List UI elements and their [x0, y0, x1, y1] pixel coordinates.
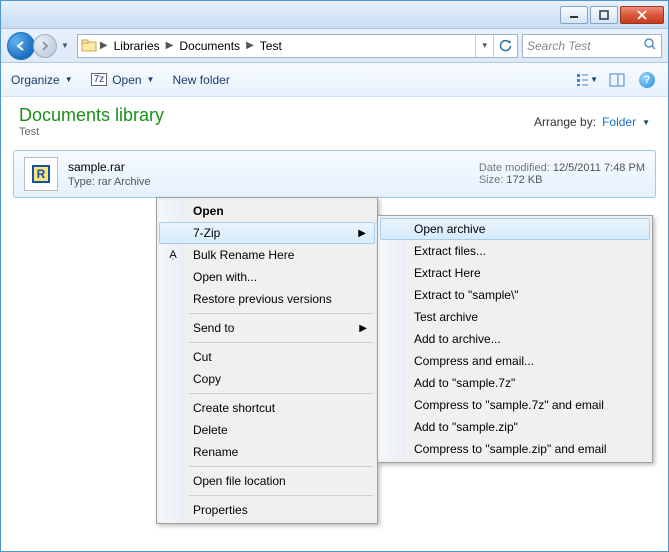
context-submenu-7zip: Open archive Extract files... Extract He… [377, 215, 653, 463]
command-bar: Organize▼ 7z Open▼ New folder ▼ ? [1, 63, 668, 97]
breadcrumb-documents[interactable]: Documents [175, 39, 244, 53]
submenu-compress-zip-email[interactable]: Compress to "sample.zip" and email [380, 438, 650, 460]
menu-restore-versions[interactable]: Restore previous versions [159, 288, 375, 310]
view-options-button[interactable]: ▼ [576, 70, 598, 90]
chevron-down-icon: ▼ [642, 118, 650, 127]
help-button[interactable]: ? [636, 70, 658, 90]
open-button[interactable]: 7z Open▼ [91, 73, 155, 87]
address-bar[interactable]: ▶ Libraries ▶ Documents ▶ Test ▾ [77, 34, 518, 58]
help-icon: ? [639, 72, 655, 88]
chevron-right-icon[interactable]: ▶ [98, 40, 110, 51]
minimize-button[interactable] [560, 6, 588, 24]
submenu-extract-to[interactable]: Extract to "sample\" [380, 284, 650, 306]
breadcrumb-test[interactable]: Test [256, 39, 286, 53]
library-header: Documents library Test Arrange by: Folde… [1, 97, 668, 144]
arrange-label: Arrange by: [534, 115, 596, 129]
new-folder-button[interactable]: New folder [172, 73, 229, 87]
bulkrename-icon: Ạ [165, 249, 181, 261]
library-subtitle: Test [19, 126, 164, 138]
breadcrumb-libraries[interactable]: Libraries [110, 39, 164, 53]
submenu-test-archive[interactable]: Test archive [380, 306, 650, 328]
menu-7zip[interactable]: 7-Zip▶ [159, 222, 375, 244]
menu-delete[interactable]: Delete [159, 419, 375, 441]
menu-create-shortcut[interactable]: Create shortcut [159, 397, 375, 419]
menu-send-to[interactable]: Send to▶ [159, 317, 375, 339]
library-title: Documents library [19, 105, 164, 126]
maximize-button[interactable] [590, 6, 618, 24]
submenu-add-7z[interactable]: Add to "sample.7z" [380, 372, 650, 394]
rar-file-icon: R [24, 157, 58, 191]
menu-copy[interactable]: Copy [159, 368, 375, 390]
submenu-open-archive[interactable]: Open archive [380, 218, 650, 240]
context-menu: Open 7-Zip▶ ẠBulk Rename Here Open with.… [156, 197, 378, 524]
organize-button[interactable]: Organize▼ [11, 73, 73, 87]
menu-cut[interactable]: Cut [159, 346, 375, 368]
menu-open[interactable]: Open [159, 200, 375, 222]
arrange-by[interactable]: Arrange by: Folder ▼ [534, 105, 650, 129]
file-metadata: Date modified: 12/5/2011 7:48 PM Size: 1… [479, 162, 645, 186]
sevenzip-icon: 7z [91, 73, 108, 86]
nav-history-dropdown[interactable]: ▼ [57, 41, 73, 50]
menu-open-file-location[interactable]: Open file location [159, 470, 375, 492]
nav-buttons: ▼ [7, 32, 73, 60]
preview-pane-button[interactable] [606, 70, 628, 90]
menu-properties[interactable]: Properties [159, 499, 375, 521]
arrange-value[interactable]: Folder [602, 115, 636, 129]
file-name: sample.rar [68, 160, 151, 174]
titlebar [1, 1, 668, 29]
close-button[interactable] [620, 6, 664, 24]
submenu-add-to-archive[interactable]: Add to archive... [380, 328, 650, 350]
search-input[interactable]: Search Test [522, 34, 662, 58]
submenu-arrow-icon: ▶ [358, 228, 366, 239]
menu-rename[interactable]: Rename [159, 441, 375, 463]
search-placeholder: Search Test [527, 39, 591, 53]
submenu-compress-email[interactable]: Compress and email... [380, 350, 650, 372]
menu-bulk-rename[interactable]: ẠBulk Rename Here [159, 244, 375, 266]
back-button[interactable] [7, 32, 35, 60]
submenu-compress-7z-email[interactable]: Compress to "sample.7z" and email [380, 394, 650, 416]
file-list: R sample.rar Type: rar Archive Date modi… [1, 144, 668, 204]
submenu-arrow-icon: ▶ [359, 323, 367, 334]
forward-button[interactable] [33, 34, 57, 58]
menu-open-with[interactable]: Open with... [159, 266, 375, 288]
submenu-extract-here[interactable]: Extract Here [380, 262, 650, 284]
explorer-window: ▼ ▶ Libraries ▶ Documents ▶ Test ▾ Searc… [0, 0, 669, 552]
search-icon [643, 37, 657, 54]
file-item-selected[interactable]: R sample.rar Type: rar Archive Date modi… [13, 150, 656, 198]
submenu-add-zip[interactable]: Add to "sample.zip" [380, 416, 650, 438]
navigation-bar: ▼ ▶ Libraries ▶ Documents ▶ Test ▾ Searc… [1, 29, 668, 63]
address-dropdown[interactable]: ▾ [475, 35, 493, 57]
chevron-right-icon[interactable]: ▶ [244, 40, 256, 51]
file-type: Type: rar Archive [68, 176, 151, 188]
folder-icon [80, 38, 98, 54]
chevron-right-icon[interactable]: ▶ [164, 40, 176, 51]
submenu-extract-files[interactable]: Extract files... [380, 240, 650, 262]
refresh-button[interactable] [493, 35, 515, 57]
